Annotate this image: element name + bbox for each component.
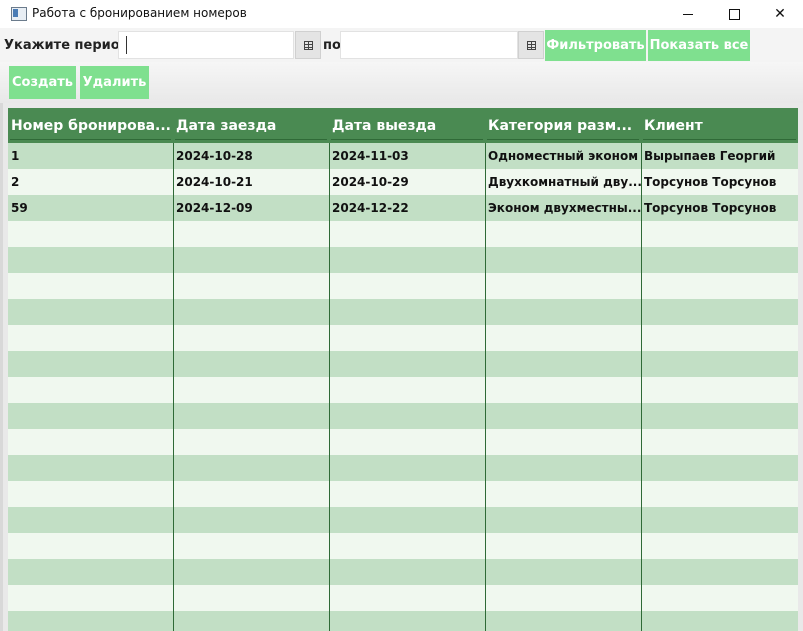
empty-table-row[interactable] bbox=[8, 481, 798, 507]
close-button[interactable]: ✕ bbox=[757, 0, 803, 28]
table-row[interactable]: 59 2024-12-09 2024-12-22 Эконом двухместны.… bbox=[8, 195, 798, 221]
date-to-calendar-button[interactable] bbox=[518, 31, 544, 59]
table-row[interactable]: 2 2024-10-21 2024-10-29 Двухкомнатный дву..… bbox=[8, 169, 798, 195]
table-cell: Одноместный эконом bbox=[488, 149, 639, 163]
table-row[interactable]: 1 2024-10-28 2024-11-03 Одноместный эконом В… bbox=[8, 143, 798, 169]
table-cell: 2024-12-09 bbox=[176, 201, 253, 215]
calendar-icon bbox=[303, 40, 313, 50]
window-title: Работа с бронированием номеров bbox=[32, 6, 247, 20]
text-caret bbox=[126, 36, 127, 54]
window-titlebar: Работа с бронированием номеров ✕ bbox=[0, 0, 803, 28]
empty-table-row[interactable] bbox=[8, 221, 798, 247]
empty-table-row[interactable] bbox=[8, 325, 798, 351]
show-all-button[interactable]: Показать все bbox=[648, 30, 750, 61]
bookings-table[interactable]: Номер бронирова... Дата заезда Дата выез… bbox=[8, 108, 798, 631]
column-header-client[interactable]: Клиент bbox=[641, 108, 798, 143]
period-label: Укажите период bbox=[4, 38, 131, 53]
maximize-button[interactable] bbox=[711, 0, 757, 28]
empty-table-row[interactable] bbox=[8, 455, 798, 481]
date-from-calendar-button[interactable] bbox=[295, 31, 321, 59]
maximize-icon bbox=[728, 8, 740, 20]
table-cell: Эконом двухместны... bbox=[488, 201, 641, 215]
column-header-room-category[interactable]: Категория разм... bbox=[485, 108, 641, 143]
table-cell: 2024-11-03 bbox=[332, 149, 409, 163]
table-cell: Торсунов Торсунов bbox=[644, 175, 777, 189]
filter-button[interactable]: Фильтровать bbox=[545, 30, 646, 61]
minimize-button[interactable] bbox=[665, 0, 711, 28]
empty-table-row[interactable] bbox=[8, 377, 798, 403]
column-divider bbox=[485, 143, 486, 631]
table-cell: 59 bbox=[11, 201, 28, 215]
table-cell: 1 bbox=[11, 149, 20, 163]
delete-button[interactable]: Удалить bbox=[80, 66, 149, 99]
table-cell: 2024-10-28 bbox=[176, 149, 253, 163]
empty-table-row[interactable] bbox=[8, 403, 798, 429]
empty-table-row[interactable] bbox=[8, 611, 798, 631]
column-header-checkin-date[interactable]: Дата заезда bbox=[173, 108, 329, 143]
left-edge bbox=[0, 103, 3, 631]
date-from-input[interactable] bbox=[118, 31, 294, 59]
table-cell: 2024-12-22 bbox=[332, 201, 409, 215]
calendar-icon bbox=[526, 40, 536, 50]
table-cell: Двухкомнатный дву... bbox=[488, 175, 641, 189]
empty-table-row[interactable] bbox=[8, 585, 798, 611]
table-cell: 2 bbox=[11, 175, 20, 189]
table-cell: 2024-10-21 bbox=[176, 175, 253, 189]
table-header: Номер бронирова... Дата заезда Дата выез… bbox=[8, 108, 798, 143]
app-icon bbox=[11, 7, 27, 21]
column-header-booking-number[interactable]: Номер бронирова... bbox=[8, 108, 173, 143]
empty-table-row[interactable] bbox=[8, 273, 798, 299]
table-cell: Вырыпаев Георгий bbox=[644, 149, 776, 163]
create-button[interactable]: Создать bbox=[9, 66, 76, 99]
empty-table-row[interactable] bbox=[8, 247, 798, 273]
minimize-icon bbox=[683, 13, 693, 15]
empty-table-row[interactable] bbox=[8, 429, 798, 455]
table-cell: 2024-10-29 bbox=[332, 175, 409, 189]
table-cell: Торсунов Торсунов bbox=[644, 201, 777, 215]
empty-table-row[interactable] bbox=[8, 559, 798, 585]
date-to-input[interactable] bbox=[340, 31, 518, 59]
empty-table-row[interactable] bbox=[8, 533, 798, 559]
column-header-checkout-date[interactable]: Дата выезда bbox=[329, 108, 485, 143]
to-label: по bbox=[323, 38, 341, 53]
close-icon: ✕ bbox=[774, 6, 786, 22]
column-divider bbox=[173, 143, 174, 631]
empty-table-row[interactable] bbox=[8, 299, 798, 325]
column-divider bbox=[329, 143, 330, 631]
empty-table-row[interactable] bbox=[8, 351, 798, 377]
column-divider bbox=[641, 143, 642, 631]
empty-table-row[interactable] bbox=[8, 507, 798, 533]
